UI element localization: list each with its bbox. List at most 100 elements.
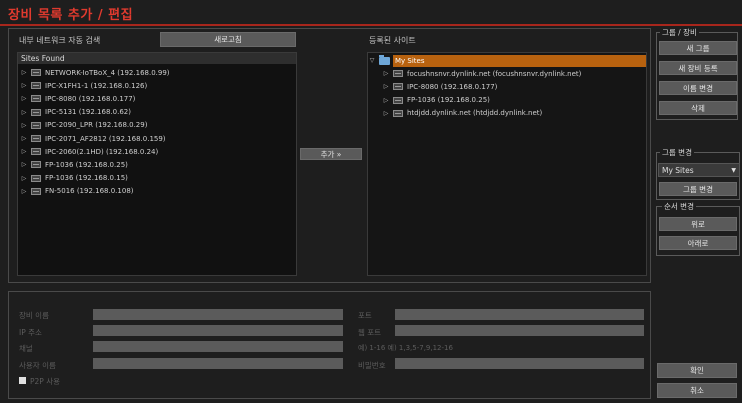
expand-icon[interactable]: ▷ <box>20 122 28 129</box>
password-label: 비밀번호 <box>358 361 386 370</box>
found-site-item-label: NETWORK-IoTBoX_4 (192.168.0.99) <box>45 68 170 77</box>
cancel-button[interactable]: 취소 <box>657 383 737 398</box>
refresh-button[interactable]: 새로고침 <box>160 32 296 47</box>
found-site-item-label: IPC-8080 (192.168.0.177) <box>45 94 136 103</box>
found-site-item[interactable]: ▷ FP-1036 (192.168.0.15) <box>18 172 296 185</box>
new-device-button[interactable]: 새 장비 등록 <box>659 61 737 75</box>
user-name-field[interactable] <box>93 358 343 369</box>
expand-icon[interactable]: ▷ <box>20 95 28 102</box>
expand-icon[interactable]: ▷ <box>20 109 28 116</box>
new-group-button[interactable]: 새 그룹 <box>659 41 737 55</box>
expand-icon[interactable]: ▷ <box>20 148 28 155</box>
registered-site-item-label: htdjdd.dynlink.net (htdjdd.dynlink.net) <box>407 109 543 118</box>
device-icon <box>31 148 41 156</box>
root-label: My Sites <box>393 54 646 67</box>
port-label: 포트 <box>358 311 372 320</box>
device-icon <box>31 161 41 169</box>
device-icon <box>393 83 403 91</box>
group-select[interactable]: My Sites ▼ <box>658 163 740 177</box>
found-site-item-label: FP-1036 (192.168.0.15) <box>45 174 128 183</box>
found-site-item-label: FP-1036 (192.168.0.25) <box>45 160 128 169</box>
device-icon <box>31 187 41 195</box>
device-icon <box>393 109 403 117</box>
expand-icon[interactable]: ▷ <box>20 69 28 76</box>
device-icon <box>31 174 41 182</box>
ip-address-label: IP 주소 <box>19 328 42 337</box>
add-button[interactable]: 추가 » <box>300 148 362 160</box>
found-sites-tree[interactable]: Sites Found ▷ NETWORK-IoTBoX_4 (192.168.0… <box>17 52 297 276</box>
found-site-item[interactable]: ▷ IPC-2090_LPR (192.168.0.29) <box>18 119 296 132</box>
found-site-item[interactable]: ▷ IPC-2071_AF2812 (192.168.0.159) <box>18 132 296 145</box>
group-select-value: My Sites <box>662 165 694 175</box>
device-icon <box>393 96 403 104</box>
expand-icon[interactable]: ▷ <box>382 83 390 90</box>
port-field[interactable] <box>395 309 644 320</box>
registered-site-item-label: FP-1036 (192.168.0.25) <box>407 96 490 105</box>
user-name-label: 사용자 이름 <box>19 361 56 370</box>
expand-icon[interactable]: ▷ <box>20 161 28 168</box>
registered-site-item[interactable]: ▷ IPC-8080 (192.168.0.177) <box>368 80 646 93</box>
expand-icon[interactable]: ▷ <box>382 97 390 104</box>
device-icon <box>31 108 41 116</box>
sites-found-header: Sites Found <box>18 53 296 64</box>
device-name-label: 장비 이름 <box>19 311 49 320</box>
web-port-field[interactable] <box>395 325 644 336</box>
folder-icon <box>379 54 390 65</box>
channel-hint: 예) 1-16 예) 1,3,5-7,9,12-16 <box>358 344 453 352</box>
registered-site-item[interactable]: ▷ htdjdd.dynlink.net (htdjdd.dynlink.net) <box>368 107 646 120</box>
expand-icon[interactable]: ▷ <box>20 175 28 182</box>
order-change-title: 순서 변경 <box>662 201 696 212</box>
found-site-item[interactable]: ▷ NETWORK-IoTBoX_4 (192.168.0.99) <box>18 66 296 79</box>
registered-site-item-label: IPC-8080 (192.168.0.177) <box>407 82 498 91</box>
rename-button[interactable]: 이름 변경 <box>659 81 737 95</box>
move-up-button[interactable]: 위로 <box>659 217 737 231</box>
found-site-item-label: IPC-5131 (192.168.0.62) <box>45 108 131 117</box>
chevron-down-icon[interactable]: ▼ <box>731 167 736 174</box>
channel-label: 채널 <box>19 344 33 353</box>
found-site-item[interactable]: ▷ FN-5016 (192.168.0.108) <box>18 185 296 198</box>
device-icon <box>31 135 41 143</box>
expand-icon[interactable]: ▷ <box>382 110 390 117</box>
device-icon <box>31 95 41 103</box>
collapse-icon[interactable]: ▽ <box>368 57 376 64</box>
tree-root-my-sites[interactable]: ▽ My Sites <box>368 54 646 67</box>
delete-button[interactable]: 삭제 <box>659 101 737 115</box>
registered-sites-label: 등록된 사이트 <box>369 36 416 45</box>
window-title: 장비 목록 추가 / 편집 <box>8 8 134 23</box>
found-site-item[interactable]: ▷ IPC-5131 (192.168.0.62) <box>18 106 296 119</box>
found-site-item[interactable]: ▷ FP-1036 (192.168.0.25) <box>18 158 296 171</box>
found-site-item[interactable]: ▷ IPC-X1FH1-1 (192.168.0.126) <box>18 79 296 92</box>
device-name-field[interactable] <box>93 309 343 320</box>
device-icon <box>31 82 41 90</box>
ok-button[interactable]: 확인 <box>657 363 737 378</box>
title-underline <box>0 24 742 26</box>
found-site-item-label: FN-5016 (192.168.0.108) <box>45 187 134 196</box>
expand-icon[interactable]: ▷ <box>20 135 28 142</box>
ip-address-field[interactable] <box>93 325 343 336</box>
registered-sites-tree[interactable]: ▽ My Sites ▷ focushnsnvr.dynlink.net (foc… <box>367 52 647 276</box>
found-site-item[interactable]: ▷ IPC-2060(2.1HD) (192.168.0.24) <box>18 145 296 158</box>
p2p-label: P2P 사용 <box>30 377 61 386</box>
found-site-item-label: IPC-X1FH1-1 (192.168.0.126) <box>45 81 148 90</box>
auto-search-label: 내부 네트워크 자동 검색 <box>19 36 101 45</box>
change-group-button[interactable]: 그룹 변경 <box>659 182 737 196</box>
device-icon <box>31 69 41 77</box>
group-change-title: 그룹 변경 <box>660 147 694 158</box>
found-site-item-label: IPC-2090_LPR (192.168.0.29) <box>45 121 148 130</box>
expand-icon[interactable]: ▷ <box>20 82 28 89</box>
device-icon <box>31 121 41 129</box>
registered-site-item[interactable]: ▷ FP-1036 (192.168.0.25) <box>368 94 646 107</box>
expand-icon[interactable]: ▷ <box>20 188 28 195</box>
move-down-button[interactable]: 아래로 <box>659 236 737 250</box>
registered-site-item[interactable]: ▷ focushnsnvr.dynlink.net (focushnsnvr.dy… <box>368 67 646 80</box>
web-port-label: 웹 포트 <box>358 328 382 337</box>
found-site-item-label: IPC-2060(2.1HD) (192.168.0.24) <box>45 147 159 156</box>
p2p-checkbox[interactable] <box>19 377 26 384</box>
group-device-title: 그룹 / 장비 <box>660 27 699 38</box>
found-site-item-label: IPC-2071_AF2812 (192.168.0.159) <box>45 134 166 143</box>
channel-field[interactable] <box>93 341 343 352</box>
registered-site-item-label: focushnsnvr.dynlink.net (focushnsnvr.dyn… <box>407 69 582 78</box>
found-site-item[interactable]: ▷ IPC-8080 (192.168.0.177) <box>18 92 296 105</box>
expand-icon[interactable]: ▷ <box>382 70 390 77</box>
password-field[interactable] <box>395 358 644 369</box>
